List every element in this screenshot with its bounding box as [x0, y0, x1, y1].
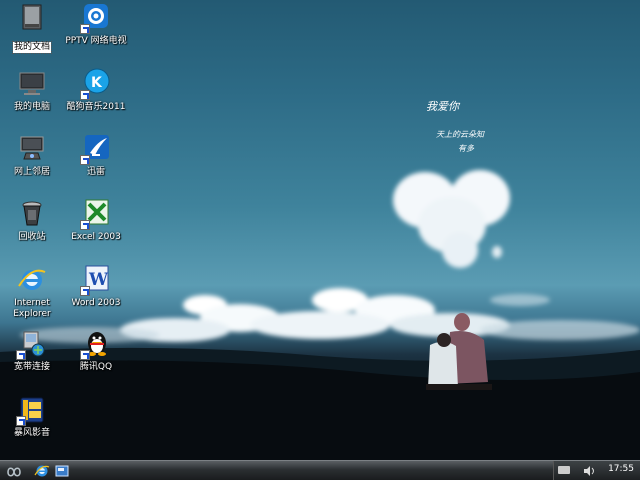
desktop-icon-xunlei[interactable]: 迅雷 — [64, 133, 128, 178]
desktop-icon-label: 宽带连接 — [13, 362, 50, 372]
desktop-icon-label: Word 2003 — [71, 298, 121, 308]
desktop-icon-word[interactable]: W Word 2003 — [64, 264, 128, 309]
word-icon: W — [80, 264, 112, 296]
desktop-icon-recycle-bin[interactable]: 回收站 — [0, 198, 64, 243]
keyboard-icon[interactable] — [558, 466, 570, 474]
infinity-logo-icon — [7, 467, 21, 477]
shortcut-arrow-icon — [80, 90, 90, 100]
desktop-icon-pptv[interactable]: PPTV 网络电视 — [64, 2, 128, 47]
desktop-icon-label: 腾讯QQ — [79, 362, 113, 372]
shortcut-arrow-icon — [80, 220, 90, 230]
wallpaper-text-line-2: 天上的云朵知 — [436, 130, 485, 139]
pptv-icon — [80, 2, 112, 34]
desktop-icon-internet-explorer[interactable]: Internet Explorer — [0, 264, 64, 320]
wallpaper-text-line-1: 我爱你 — [426, 100, 461, 113]
desktop-icon-label: 暴风影音 — [13, 428, 50, 438]
shortcut-arrow-icon — [80, 350, 90, 360]
desktop-icon-network-places[interactable]: 网上邻居 — [0, 133, 64, 178]
desktop-icon-my-documents[interactable]: 我的文档 — [0, 2, 64, 54]
internet-explorer-icon — [34, 465, 50, 477]
wallpaper-text-line-3: 有多 — [458, 144, 475, 153]
desktop-icon-my-computer[interactable]: 我的电脑 — [0, 68, 64, 113]
my-documents-icon — [16, 2, 48, 34]
qq-icon — [80, 328, 112, 360]
shortcut-arrow-icon — [16, 416, 26, 426]
desktop-icon-label: PPTV 网络电视 — [65, 36, 127, 46]
show-desktop-icon — [55, 465, 69, 477]
excel-icon — [80, 198, 112, 230]
my-computer-icon — [16, 68, 48, 100]
taskbar: 17:55 — [0, 460, 640, 480]
network-places-icon — [16, 133, 48, 165]
clock[interactable]: 17:55 — [608, 464, 634, 474]
volume-icon[interactable] — [582, 464, 596, 478]
desktop-icon-label: 迅雷 — [86, 167, 105, 177]
start-button[interactable] — [4, 464, 24, 478]
svg-text:K: K — [91, 75, 103, 91]
desktop-icon-label: 酷狗音乐2011 — [66, 102, 126, 112]
svg-text:W: W — [88, 270, 109, 290]
quicklaunch-internet-explorer[interactable] — [34, 463, 50, 479]
desktop[interactable]: 我爱你 天上的云朵知 有多 我的文档 我的电脑 网上邻居 回收站 Interne — [0, 0, 640, 460]
desktop-icon-qq[interactable]: 腾讯QQ — [64, 328, 128, 373]
baofeng-player-icon — [16, 394, 48, 426]
desktop-icon-kugou-music[interactable]: K 酷狗音乐2011 — [64, 68, 128, 113]
recycle-bin-icon — [16, 198, 48, 230]
desktop-icon-label: 我的电脑 — [13, 102, 50, 112]
heart-cloud — [393, 170, 510, 268]
desktop-icon-label: 回收站 — [18, 232, 46, 242]
desktop-icon-label: 网上邻居 — [13, 167, 50, 177]
system-tray: 17:55 — [553, 461, 640, 480]
desktop-icon-label: Excel 2003 — [71, 232, 121, 242]
shortcut-arrow-icon — [16, 350, 26, 360]
desktop-icon-baofeng-player[interactable]: 暴风影音 — [0, 394, 64, 439]
xunlei-icon — [80, 133, 112, 165]
shortcut-arrow-icon — [80, 155, 90, 165]
internet-explorer-icon — [16, 264, 48, 296]
broadband-connection-icon — [16, 328, 48, 360]
quicklaunch-show-desktop[interactable] — [54, 463, 70, 479]
shortcut-arrow-icon — [80, 24, 90, 34]
desktop-icon-broadband-connection[interactable]: 宽带连接 — [0, 328, 64, 373]
shortcut-arrow-icon — [80, 286, 90, 296]
desktop-icon-excel[interactable]: Excel 2003 — [64, 198, 128, 243]
kugou-music-icon: K — [80, 68, 112, 100]
desktop-icon-label: 我的文档 — [11, 41, 53, 54]
desktop-icon-label: Internet Explorer — [13, 298, 51, 319]
